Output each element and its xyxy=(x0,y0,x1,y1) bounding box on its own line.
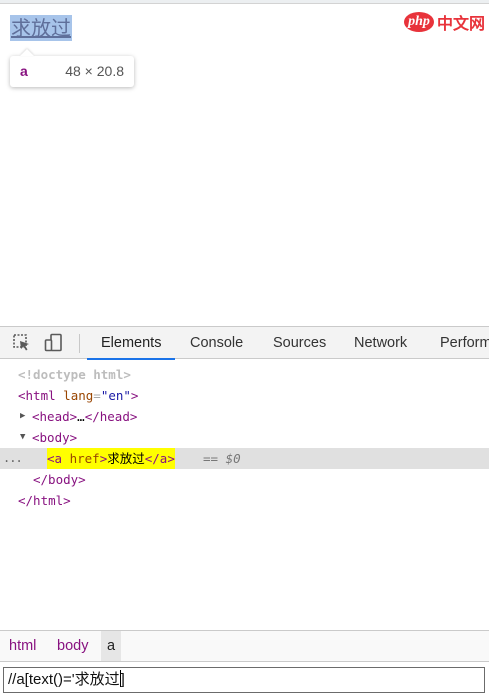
tab-sources[interactable]: Sources xyxy=(273,327,326,360)
body-close-tag: </body> xyxy=(33,472,86,487)
body-open-tag: <body> xyxy=(32,430,78,445)
html-attr-value: "en" xyxy=(100,388,131,403)
breadcrumb-a[interactable]: a xyxy=(101,631,122,661)
doctype-text: <!doctype html> xyxy=(18,367,131,382)
dom-body-open[interactable]: ▼ <body> xyxy=(0,427,489,448)
breadcrumb: html body a xyxy=(0,630,489,661)
selected-node-marker: == $0 xyxy=(203,451,241,466)
tooltip-size: 48 × 20.8 xyxy=(65,63,124,79)
expand-triangle-icon[interactable]: ▶ xyxy=(20,406,25,427)
inspect-element-icon[interactable] xyxy=(12,333,32,353)
xpath-search-input[interactable]: //a[text()='求放过] xyxy=(3,667,485,693)
collapse-triangle-icon[interactable]: ▼ xyxy=(20,427,25,448)
toolbar-separator xyxy=(79,334,80,353)
html-close-tag: </html> xyxy=(18,493,71,508)
dom-selected-a[interactable]: ... <a href>求放过</a> == $0 xyxy=(0,448,489,469)
inspect-tooltip: a 48 × 20.8 xyxy=(10,56,134,87)
a-text: 求放过 xyxy=(107,451,145,466)
breadcrumb-body[interactable]: body xyxy=(51,631,94,661)
tab-elements[interactable]: Elements xyxy=(87,327,176,360)
html-tag-name: html xyxy=(25,388,56,403)
breadcrumb-html[interactable]: html xyxy=(3,631,42,661)
a-element-highlight: <a href>求放过</a> xyxy=(47,448,175,469)
page-viewport: 求放过 a 48 × 20.8 php 中文网 xyxy=(0,4,489,326)
search-text: //a[text()='求放过 xyxy=(8,671,120,688)
dom-html-open[interactable]: <html lang="en"> xyxy=(0,385,489,406)
html-open-tag: <html lang="en"> xyxy=(18,388,139,403)
dom-doctype[interactable]: <!doctype html> xyxy=(0,364,489,385)
page-link[interactable]: 求放过 xyxy=(10,15,72,41)
body-open-name: body xyxy=(39,430,70,445)
html-close-name: /html xyxy=(25,493,64,508)
head-element: <head>…</head> xyxy=(32,409,138,424)
tab-network[interactable]: Network xyxy=(354,327,407,360)
tab-performance[interactable]: Perform xyxy=(440,327,489,360)
html-attr-name: lang xyxy=(63,388,94,403)
dom-head[interactable]: ▶ <head>…</head> xyxy=(0,406,489,427)
search-bar: //a[text()='求放过] xyxy=(0,661,489,700)
dom-html-close[interactable]: </html> xyxy=(0,490,489,511)
search-text-tail: ] xyxy=(120,671,125,688)
dom-body-close[interactable]: </body> xyxy=(0,469,489,490)
head-ellipsis: … xyxy=(77,409,85,424)
tooltip-tag: a xyxy=(20,63,28,79)
devtools-panel: Elements Console Sources Network Perform… xyxy=(0,326,489,700)
body-close-name: /body xyxy=(40,472,79,487)
watermark-site: 中文网 xyxy=(436,16,485,33)
devtools-toolbar: Elements Console Sources Network Perform xyxy=(0,326,489,360)
tab-console[interactable]: Console xyxy=(190,327,243,360)
watermark-logo: php xyxy=(403,12,434,32)
device-toolbar-icon[interactable] xyxy=(44,333,64,353)
more-actions-icon[interactable]: ... xyxy=(3,448,23,469)
a-attr-name: href xyxy=(69,451,100,466)
head-open-name: head xyxy=(39,409,70,424)
a-close-name: /a xyxy=(152,451,168,466)
a-tag-name: a xyxy=(54,451,63,466)
php-cn-watermark: php 中文网 xyxy=(403,10,485,34)
head-close-name: /head xyxy=(92,409,130,424)
